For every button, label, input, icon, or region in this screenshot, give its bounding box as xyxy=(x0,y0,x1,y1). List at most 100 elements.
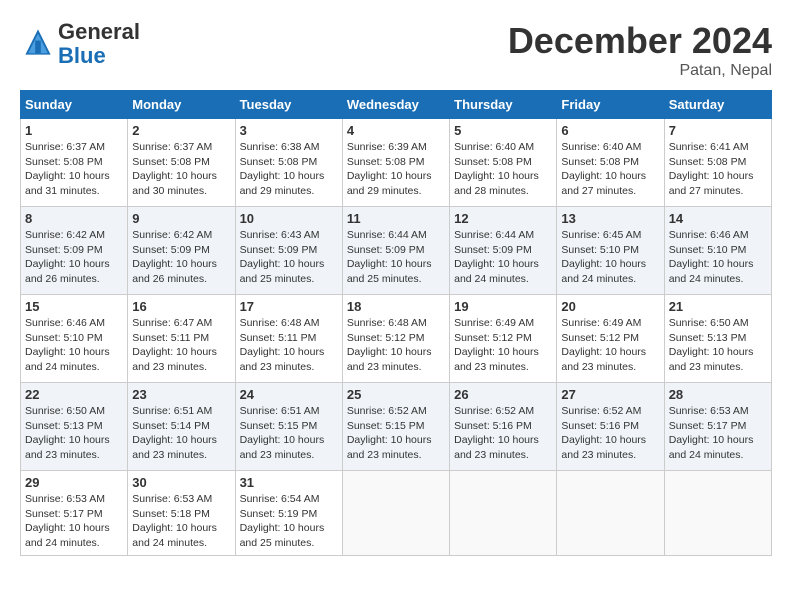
day-info: Sunrise: 6:49 AMSunset: 5:12 PMDaylight:… xyxy=(561,316,659,375)
day-info: Sunrise: 6:50 AMSunset: 5:13 PMDaylight:… xyxy=(669,316,767,375)
calendar-cell: 17 Sunrise: 6:48 AMSunset: 5:11 PMDaylig… xyxy=(235,295,342,383)
day-info: Sunrise: 6:47 AMSunset: 5:11 PMDaylight:… xyxy=(132,316,230,375)
day-info: Sunrise: 6:43 AMSunset: 5:09 PMDaylight:… xyxy=(240,228,338,287)
calendar-cell xyxy=(450,471,557,556)
weekday-header-tuesday: Tuesday xyxy=(235,91,342,119)
calendar-cell: 14 Sunrise: 6:46 AMSunset: 5:10 PMDaylig… xyxy=(664,207,771,295)
calendar-cell: 29 Sunrise: 6:53 AMSunset: 5:17 PMDaylig… xyxy=(21,471,128,556)
calendar-week-2: 8 Sunrise: 6:42 AMSunset: 5:09 PMDayligh… xyxy=(21,207,772,295)
day-number: 3 xyxy=(240,123,338,138)
weekday-header-wednesday: Wednesday xyxy=(342,91,449,119)
calendar-week-5: 29 Sunrise: 6:53 AMSunset: 5:17 PMDaylig… xyxy=(21,471,772,556)
day-info: Sunrise: 6:53 AMSunset: 5:18 PMDaylight:… xyxy=(132,492,230,551)
calendar-cell xyxy=(557,471,664,556)
day-info: Sunrise: 6:40 AMSunset: 5:08 PMDaylight:… xyxy=(454,140,552,199)
calendar-week-1: 1 Sunrise: 6:37 AMSunset: 5:08 PMDayligh… xyxy=(21,119,772,207)
day-number: 5 xyxy=(454,123,552,138)
day-number: 15 xyxy=(25,299,123,314)
day-info: Sunrise: 6:39 AMSunset: 5:08 PMDaylight:… xyxy=(347,140,445,199)
calendar-cell: 16 Sunrise: 6:47 AMSunset: 5:11 PMDaylig… xyxy=(128,295,235,383)
weekday-header-row: SundayMondayTuesdayWednesdayThursdayFrid… xyxy=(21,91,772,119)
calendar-cell: 15 Sunrise: 6:46 AMSunset: 5:10 PMDaylig… xyxy=(21,295,128,383)
calendar-cell: 20 Sunrise: 6:49 AMSunset: 5:12 PMDaylig… xyxy=(557,295,664,383)
logo: General Blue xyxy=(20,20,140,68)
calendar-cell: 2 Sunrise: 6:37 AMSunset: 5:08 PMDayligh… xyxy=(128,119,235,207)
calendar-cell: 22 Sunrise: 6:50 AMSunset: 5:13 PMDaylig… xyxy=(21,383,128,471)
day-info: Sunrise: 6:46 AMSunset: 5:10 PMDaylight:… xyxy=(25,316,123,375)
day-number: 2 xyxy=(132,123,230,138)
day-info: Sunrise: 6:50 AMSunset: 5:13 PMDaylight:… xyxy=(25,404,123,463)
day-number: 6 xyxy=(561,123,659,138)
calendar-cell: 8 Sunrise: 6:42 AMSunset: 5:09 PMDayligh… xyxy=(21,207,128,295)
calendar-cell: 27 Sunrise: 6:52 AMSunset: 5:16 PMDaylig… xyxy=(557,383,664,471)
day-number: 24 xyxy=(240,387,338,402)
day-info: Sunrise: 6:40 AMSunset: 5:08 PMDaylight:… xyxy=(561,140,659,199)
weekday-header-monday: Monday xyxy=(128,91,235,119)
calendar-cell: 31 Sunrise: 6:54 AMSunset: 5:19 PMDaylig… xyxy=(235,471,342,556)
calendar-cell: 19 Sunrise: 6:49 AMSunset: 5:12 PMDaylig… xyxy=(450,295,557,383)
day-number: 18 xyxy=(347,299,445,314)
day-info: Sunrise: 6:37 AMSunset: 5:08 PMDaylight:… xyxy=(25,140,123,199)
month-title: December 2024 xyxy=(508,20,772,62)
day-info: Sunrise: 6:45 AMSunset: 5:10 PMDaylight:… xyxy=(561,228,659,287)
calendar-cell: 18 Sunrise: 6:48 AMSunset: 5:12 PMDaylig… xyxy=(342,295,449,383)
weekday-header-saturday: Saturday xyxy=(664,91,771,119)
logo-general: General xyxy=(58,19,140,44)
calendar-cell: 30 Sunrise: 6:53 AMSunset: 5:18 PMDaylig… xyxy=(128,471,235,556)
day-info: Sunrise: 6:42 AMSunset: 5:09 PMDaylight:… xyxy=(132,228,230,287)
title-block: December 2024 Patan, Nepal xyxy=(508,20,772,80)
calendar-cell: 10 Sunrise: 6:43 AMSunset: 5:09 PMDaylig… xyxy=(235,207,342,295)
day-number: 26 xyxy=(454,387,552,402)
day-info: Sunrise: 6:48 AMSunset: 5:11 PMDaylight:… xyxy=(240,316,338,375)
day-info: Sunrise: 6:38 AMSunset: 5:08 PMDaylight:… xyxy=(240,140,338,199)
day-info: Sunrise: 6:54 AMSunset: 5:19 PMDaylight:… xyxy=(240,492,338,551)
day-number: 4 xyxy=(347,123,445,138)
day-number: 1 xyxy=(25,123,123,138)
day-number: 19 xyxy=(454,299,552,314)
day-info: Sunrise: 6:49 AMSunset: 5:12 PMDaylight:… xyxy=(454,316,552,375)
day-info: Sunrise: 6:48 AMSunset: 5:12 PMDaylight:… xyxy=(347,316,445,375)
day-info: Sunrise: 6:51 AMSunset: 5:14 PMDaylight:… xyxy=(132,404,230,463)
day-info: Sunrise: 6:51 AMSunset: 5:15 PMDaylight:… xyxy=(240,404,338,463)
day-info: Sunrise: 6:52 AMSunset: 5:15 PMDaylight:… xyxy=(347,404,445,463)
day-number: 14 xyxy=(669,211,767,226)
day-info: Sunrise: 6:52 AMSunset: 5:16 PMDaylight:… xyxy=(454,404,552,463)
day-number: 30 xyxy=(132,475,230,490)
day-number: 29 xyxy=(25,475,123,490)
day-info: Sunrise: 6:44 AMSunset: 5:09 PMDaylight:… xyxy=(347,228,445,287)
day-number: 27 xyxy=(561,387,659,402)
day-number: 25 xyxy=(347,387,445,402)
day-number: 20 xyxy=(561,299,659,314)
calendar-cell: 21 Sunrise: 6:50 AMSunset: 5:13 PMDaylig… xyxy=(664,295,771,383)
day-number: 23 xyxy=(132,387,230,402)
calendar-cell: 3 Sunrise: 6:38 AMSunset: 5:08 PMDayligh… xyxy=(235,119,342,207)
page-header: General Blue December 2024 Patan, Nepal xyxy=(20,20,772,80)
day-number: 7 xyxy=(669,123,767,138)
day-info: Sunrise: 6:44 AMSunset: 5:09 PMDaylight:… xyxy=(454,228,552,287)
weekday-header-thursday: Thursday xyxy=(450,91,557,119)
day-info: Sunrise: 6:42 AMSunset: 5:09 PMDaylight:… xyxy=(25,228,123,287)
logo-icon xyxy=(24,28,52,56)
day-info: Sunrise: 6:52 AMSunset: 5:16 PMDaylight:… xyxy=(561,404,659,463)
calendar-week-3: 15 Sunrise: 6:46 AMSunset: 5:10 PMDaylig… xyxy=(21,295,772,383)
calendar-cell: 7 Sunrise: 6:41 AMSunset: 5:08 PMDayligh… xyxy=(664,119,771,207)
day-number: 8 xyxy=(25,211,123,226)
day-number: 13 xyxy=(561,211,659,226)
calendar-cell: 25 Sunrise: 6:52 AMSunset: 5:15 PMDaylig… xyxy=(342,383,449,471)
day-info: Sunrise: 6:46 AMSunset: 5:10 PMDaylight:… xyxy=(669,228,767,287)
calendar-table: SundayMondayTuesdayWednesdayThursdayFrid… xyxy=(20,90,772,556)
calendar-cell: 12 Sunrise: 6:44 AMSunset: 5:09 PMDaylig… xyxy=(450,207,557,295)
day-info: Sunrise: 6:41 AMSunset: 5:08 PMDaylight:… xyxy=(669,140,767,199)
calendar-cell xyxy=(342,471,449,556)
day-number: 11 xyxy=(347,211,445,226)
calendar-cell: 11 Sunrise: 6:44 AMSunset: 5:09 PMDaylig… xyxy=(342,207,449,295)
calendar-cell: 6 Sunrise: 6:40 AMSunset: 5:08 PMDayligh… xyxy=(557,119,664,207)
calendar-cell: 23 Sunrise: 6:51 AMSunset: 5:14 PMDaylig… xyxy=(128,383,235,471)
day-number: 21 xyxy=(669,299,767,314)
day-number: 17 xyxy=(240,299,338,314)
day-number: 31 xyxy=(240,475,338,490)
calendar-week-4: 22 Sunrise: 6:50 AMSunset: 5:13 PMDaylig… xyxy=(21,383,772,471)
weekday-header-friday: Friday xyxy=(557,91,664,119)
day-info: Sunrise: 6:53 AMSunset: 5:17 PMDaylight:… xyxy=(669,404,767,463)
weekday-header-sunday: Sunday xyxy=(21,91,128,119)
